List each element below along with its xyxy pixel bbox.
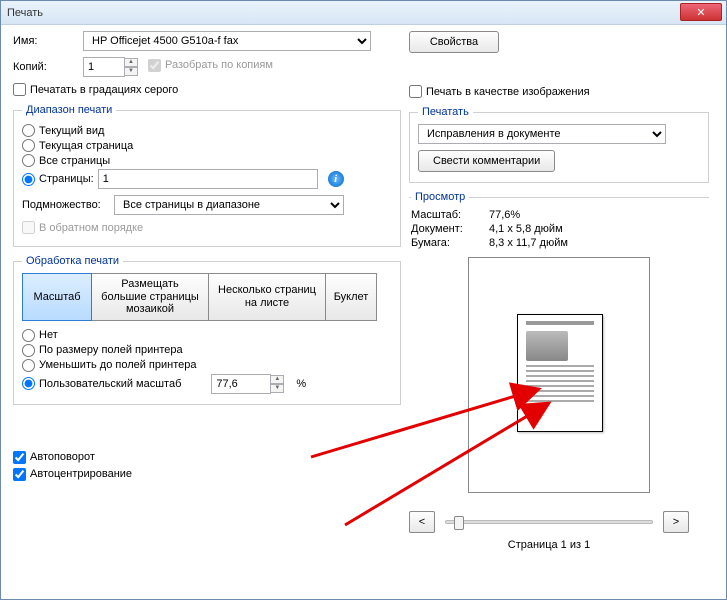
autocenter-label: Автоцентрирование bbox=[30, 468, 132, 480]
scale-custom-radio[interactable] bbox=[22, 377, 35, 390]
copies-input[interactable] bbox=[83, 57, 125, 77]
handling-legend: Обработка печати bbox=[22, 255, 123, 267]
titlebar: Печать ✕ bbox=[1, 1, 726, 25]
chevron-left-icon: < bbox=[419, 516, 425, 528]
as-image-label: Печать в качестве изображения bbox=[426, 86, 590, 98]
preview-paper-value: 8,3 x 11,7 дюйм bbox=[489, 237, 568, 249]
collate-checkbox bbox=[148, 59, 161, 72]
preview-doc-value: 4,1 x 5,8 дюйм bbox=[489, 223, 563, 235]
custom-scale-input[interactable] bbox=[211, 374, 271, 394]
subset-label: Подмножество: bbox=[22, 199, 114, 211]
preview-scale-label: Масштаб: bbox=[411, 209, 489, 221]
mode-booklet-button[interactable]: Буклет bbox=[325, 273, 377, 321]
name-label: Имя: bbox=[13, 35, 83, 47]
preview-next-button[interactable]: > bbox=[663, 511, 689, 533]
close-icon: ✕ bbox=[696, 6, 705, 19]
print-what-legend: Печатать bbox=[418, 106, 473, 118]
print-range-group: Диапазон печати Текущий вид Текущая стра… bbox=[13, 104, 401, 247]
range-current-page-radio[interactable] bbox=[22, 139, 35, 152]
mode-tile-button[interactable]: Размещать большие страницы мозаикой bbox=[91, 273, 209, 321]
preview-prev-button[interactable]: < bbox=[409, 511, 435, 533]
scale-shrink-radio[interactable] bbox=[22, 359, 35, 372]
printer-select[interactable]: HP Officejet 4500 G510a-f fax bbox=[83, 31, 371, 51]
mode-scale-button[interactable]: Масштаб bbox=[22, 273, 92, 321]
range-pages-radio[interactable] bbox=[22, 173, 35, 186]
print-what-select[interactable]: Исправления в документе bbox=[418, 124, 666, 144]
handling-mode-segmented: Масштаб Размещать большие страницы мозаи… bbox=[22, 273, 392, 321]
subset-select[interactable]: Все страницы в диапазоне bbox=[114, 195, 344, 215]
preview-legend: Просмотр bbox=[411, 191, 469, 203]
preview-group: Просмотр Масштаб:77,6% Документ:4,1 x 5,… bbox=[409, 191, 709, 497]
page-counter: Страница 1 из 1 bbox=[409, 539, 689, 551]
print-what-group: Печатать Исправления в документе Свести … bbox=[409, 106, 709, 183]
preview-scale-value: 77,6% bbox=[489, 209, 520, 221]
copies-spinner[interactable]: ▲▼ bbox=[124, 58, 138, 76]
range-all-pages-radio[interactable] bbox=[22, 154, 35, 167]
pages-input[interactable] bbox=[98, 169, 318, 189]
preview-paper-label: Бумага: bbox=[411, 237, 489, 249]
close-button[interactable]: ✕ bbox=[680, 3, 722, 21]
preview-slider[interactable] bbox=[445, 520, 653, 524]
preview-doc-label: Документ: bbox=[411, 223, 489, 235]
page-handling-group: Обработка печати Масштаб Размещать больш… bbox=[13, 255, 401, 405]
window-title: Печать bbox=[7, 7, 43, 19]
scale-fit-radio[interactable] bbox=[22, 344, 35, 357]
autorotate-label: Автоповорот bbox=[30, 451, 95, 463]
autorotate-checkbox[interactable] bbox=[13, 451, 26, 464]
preview-document bbox=[517, 314, 603, 432]
range-current-view-radio[interactable] bbox=[22, 124, 35, 137]
copies-label: Копий: bbox=[13, 61, 83, 73]
scale-none-radio[interactable] bbox=[22, 329, 35, 342]
grayscale-label: Печатать в градациях серого bbox=[30, 84, 178, 96]
reverse-checkbox bbox=[22, 221, 35, 234]
properties-button[interactable]: Свойства bbox=[409, 31, 499, 53]
preview-paper bbox=[468, 257, 650, 493]
scale-spinner[interactable]: ▲▼ bbox=[270, 375, 284, 393]
chevron-right-icon: > bbox=[673, 516, 679, 528]
slider-thumb[interactable] bbox=[454, 516, 464, 530]
info-icon[interactable]: i bbox=[328, 171, 344, 187]
grayscale-checkbox[interactable] bbox=[13, 83, 26, 96]
autocenter-checkbox[interactable] bbox=[13, 468, 26, 481]
mode-multiple-button[interactable]: Несколько страниц на листе bbox=[208, 273, 326, 321]
collate-label: Разобрать по копиям bbox=[165, 59, 273, 71]
range-legend: Диапазон печати bbox=[22, 104, 116, 116]
print-dialog: Печать ✕ Имя: HP Officejet 4500 G510a-f … bbox=[0, 0, 727, 600]
flatten-comments-button[interactable]: Свести комментарии bbox=[418, 150, 555, 172]
as-image-checkbox[interactable] bbox=[409, 85, 422, 98]
